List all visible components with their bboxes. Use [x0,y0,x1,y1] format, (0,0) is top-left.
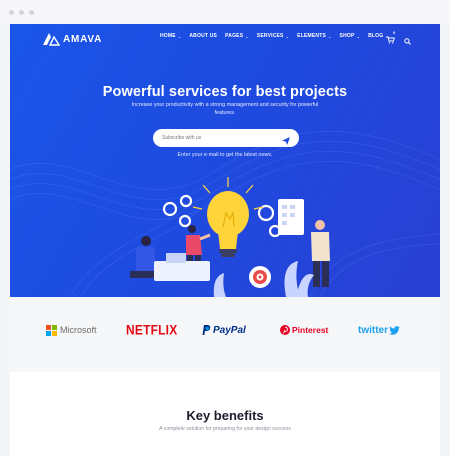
window-dot [29,10,34,15]
site-logo[interactable]: AMAVA [42,31,102,47]
partner-logo-microsoft[interactable]: Microsoft [46,323,97,337]
subscribe-submit-button[interactable] [281,133,291,151]
website-page: AMAVA HOME ⌄ ABOUT US PAGES ⌄ SERVICES ⌄ EL… [10,24,440,456]
window-dot [19,10,24,15]
chevron-down-icon: ⌄ [356,33,361,39]
nav-label: HOME [160,33,176,39]
cart-count-badge: 0 [393,30,396,35]
chevron-down-icon: ⌄ [327,33,332,39]
partner-logo-paypal[interactable]: PayPal [202,323,246,337]
chevron-down-icon: ⌄ [245,33,249,39]
cart-button[interactable]: 0 [386,30,396,49]
window-dot [9,10,14,15]
partner-logo-twitter[interactable]: twitter [358,323,400,337]
chevron-down-icon: ⌄ [285,33,290,39]
pinterest-wordmark: Pinterest [292,325,329,335]
send-icon [282,137,290,145]
subscribe-note: Enter your e-mail to get the latest news… [177,152,273,158]
partner-logo-pinterest[interactable]: Pinterest [280,323,328,337]
nav-item-about[interactable]: ABOUT US [189,33,217,39]
nav-label: BLOG [368,33,384,39]
nav-item-elements[interactable]: ELEMENTS ⌄ [297,33,331,39]
search-icon [404,38,411,45]
nav-item-pages[interactable]: PAGES ⌄ [225,33,249,39]
hero-subtitle: Increase your productivity with a strong… [131,102,319,116]
subscribe-email-input[interactable] [162,133,272,143]
target-icon [249,266,271,288]
lightbulb-icon [207,191,249,257]
nav-label: ELEMENTS [297,33,326,39]
nav-label: SHOP [339,33,355,39]
chevron-down-icon: ⌄ [177,33,182,39]
person-figure [311,220,330,287]
browser-window-bar [0,0,450,24]
partner-logo-netflix[interactable]: NETFLIX [126,321,178,339]
nav-item-shop[interactable]: SHOP ⌄ [340,33,361,39]
desk [154,253,210,281]
paypal-wordmark: PayPal [213,324,246,336]
search-button[interactable] [404,32,411,50]
checklist-board [278,199,304,235]
microsoft-logo-icon [46,324,57,336]
twitter-bird-icon [389,325,400,335]
twitter-wordmark: twitter [358,324,388,336]
partner-logos-strip: Microsoft NETFLIX PayPal Pinterest twitt… [10,297,440,372]
logo-text: AMAVA [63,33,103,45]
nav-label: PAGES [225,33,244,39]
main-nav: HOME ⌄ ABOUT US PAGES ⌄ SERVICES ⌄ ELEMENTS… [160,33,397,39]
amava-logo-icon [43,33,60,46]
nav-label: SERVICES [256,33,284,39]
paypal-logo-icon [202,324,211,335]
pinterest-logo-icon [280,325,290,335]
hero-illustration [130,177,330,297]
hero-section: AMAVA HOME ⌄ ABOUT US PAGES ⌄ SERVICES ⌄ EL… [10,24,440,297]
section-subtitle: A complete solution for preparing for yo… [159,426,291,432]
nav-label: ABOUT US [189,33,218,39]
section-title: Key benefits [186,408,264,423]
subscribe-form [153,129,299,147]
nav-item-services[interactable]: SERVICES ⌄ [257,33,289,39]
cart-icon [386,36,395,44]
hero-title: Powerful services for best projects [102,84,348,100]
microsoft-wordmark: Microsoft [60,325,97,335]
nav-item-home[interactable]: HOME ⌄ [160,33,181,39]
netflix-wordmark: NETFLIX [126,321,178,339]
